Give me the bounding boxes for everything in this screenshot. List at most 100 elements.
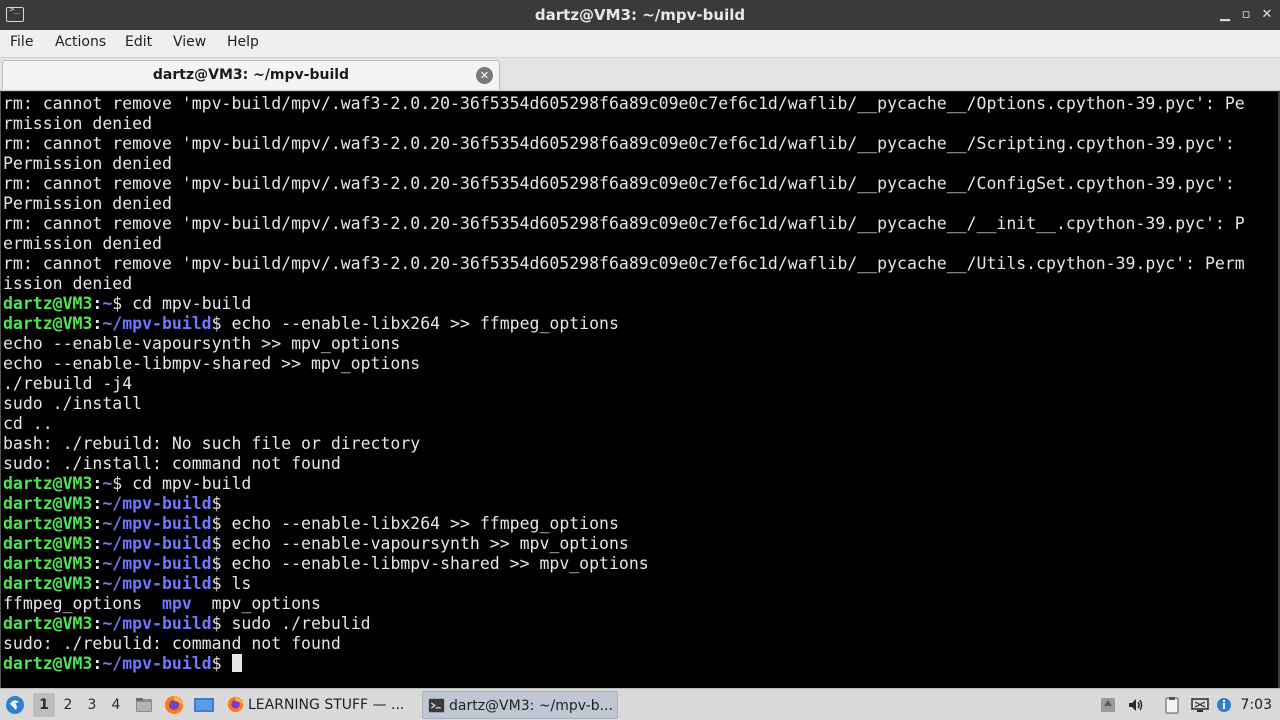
prompt-path: ~/mpv-build xyxy=(102,514,212,533)
close-window-button[interactable]: ✕ xyxy=(1257,5,1277,25)
prompt-user: dartz@VM3 xyxy=(3,514,93,533)
output-text: bash: ./rebuild: No such file or directo… xyxy=(3,434,421,453)
command-text: echo --enable-libmpv-shared >> mpv_optio… xyxy=(231,554,649,573)
start-menu-icon[interactable] xyxy=(5,695,25,715)
command-text: echo --enable-vapoursynth >> mpv_options xyxy=(231,534,629,553)
prompt-dollar: $ xyxy=(211,534,232,553)
output-text: Permission denied xyxy=(3,154,172,173)
tab-close-icon[interactable]: ✕ xyxy=(476,67,493,84)
menu-actions[interactable]: Actions xyxy=(55,34,106,50)
command-text: echo --enable-libx264 >> ffmpeg_options xyxy=(231,314,619,333)
volume-icon[interactable] xyxy=(1126,695,1146,715)
output-text: rmission denied xyxy=(3,114,153,133)
terminal-output-line: sudo: ./install: command not found xyxy=(3,454,1279,474)
show-desktop-icon[interactable] xyxy=(193,695,215,715)
ls-dir-entry: mpv xyxy=(161,594,192,613)
prompt-dollar: $ xyxy=(211,514,232,533)
terminal-output-line: sudo ./install xyxy=(3,394,1279,414)
terminal-output-line: rm: cannot remove 'mpv-build/mpv/.waf3-2… xyxy=(3,94,1279,114)
menu-edit[interactable]: Edit xyxy=(125,34,152,50)
prompt-dollar: $ xyxy=(211,494,232,513)
task-firefox[interactable]: LEARNING STUFF — ... xyxy=(222,691,414,719)
menu-file[interactable]: File xyxy=(10,34,33,50)
output-text: rm: cannot remove 'mpv-build/mpv/.waf3-2… xyxy=(3,134,1235,153)
terminal-output-line: ission denied xyxy=(3,274,1279,294)
firefox-icon xyxy=(227,696,244,713)
output-text: Permission denied xyxy=(3,194,172,213)
command-text: cd mpv-build xyxy=(132,474,252,493)
output-text: rm: cannot remove 'mpv-build/mpv/.waf3-2… xyxy=(3,214,1245,233)
terminal-output-line: Permission denied xyxy=(3,154,1279,174)
tab-terminal[interactable]: dartz@VM3: ~/mpv-build ✕ xyxy=(2,60,500,90)
prompt-path: ~/mpv-build xyxy=(102,494,212,513)
text-cursor[interactable] xyxy=(231,654,242,672)
terminal-prompt-line: dartz@VM3:~/mpv-build$ echo --enable-lib… xyxy=(3,314,1279,334)
menu-view[interactable]: View xyxy=(173,34,206,50)
clock[interactable]: 7:03 xyxy=(1241,689,1272,720)
prompt-separator: : xyxy=(92,654,103,673)
file-manager-icon[interactable] xyxy=(134,695,154,715)
prompt-user: dartz@VM3 xyxy=(3,554,93,573)
workspace-4[interactable]: 4 xyxy=(105,693,127,717)
prompt-dollar: $ xyxy=(211,614,232,633)
prompt-separator: : xyxy=(92,514,103,533)
clipboard-icon[interactable] xyxy=(1162,695,1182,715)
workspace-3[interactable]: 3 xyxy=(81,693,103,717)
terminal-output[interactable]: rm: cannot remove 'mpv-build/mpv/.waf3-2… xyxy=(0,92,1280,688)
terminal-icon xyxy=(428,698,445,713)
terminal-text: rm: cannot remove 'mpv-build/mpv/.waf3-2… xyxy=(1,92,1279,674)
task-terminal[interactable]: dartz@VM3: ~/mpv-b... xyxy=(422,691,618,719)
terminal-output-line: ermission denied xyxy=(3,234,1279,254)
terminal-prompt-line: dartz@VM3:~/mpv-build$ sudo ./rebulid xyxy=(3,614,1279,634)
task-firefox-label: LEARNING STUFF — ... xyxy=(248,697,405,713)
minimize-button[interactable]: ▁ xyxy=(1215,5,1235,25)
prompt-user: dartz@VM3 xyxy=(3,474,93,493)
prompt-path: ~/mpv-build xyxy=(102,534,212,553)
prompt-path: ~ xyxy=(102,294,113,313)
ls-file-entry: ffmpeg_options xyxy=(3,594,143,613)
workspace-2[interactable]: 2 xyxy=(57,693,79,717)
prompt-user: dartz@VM3 xyxy=(3,314,93,333)
terminal-prompt-line: dartz@VM3:~/mpv-build$ echo --enable-lib… xyxy=(3,554,1279,574)
output-text: sudo: ./install: command not found xyxy=(3,454,341,473)
prompt-separator: : xyxy=(92,294,103,313)
prompt-dollar: $ xyxy=(211,574,232,593)
terminal-output-line: echo --enable-libmpv-shared >> mpv_optio… xyxy=(3,354,1279,374)
terminal-prompt-line: dartz@VM3:~$ cd mpv-build xyxy=(3,474,1279,494)
window-titlebar[interactable]: dartz@VM3: ~/mpv-build ▁ ▫ ✕ xyxy=(0,0,1280,30)
terminal-output-line: cd .. xyxy=(3,414,1279,434)
command-text: sudo ./rebulid xyxy=(231,614,371,633)
update-notifier-icon[interactable] xyxy=(1098,695,1118,715)
window-title: dartz@VM3: ~/mpv-build xyxy=(534,6,746,24)
menu-bar: File Actions Edit View Help xyxy=(0,30,1280,58)
network-icon[interactable] xyxy=(1190,695,1210,715)
ls-file-entry: mpv_options xyxy=(211,594,321,613)
terminal-prompt-line: dartz@VM3:~/mpv-build$ xyxy=(3,494,1279,514)
terminal-output-line: ./rebuild -j4 xyxy=(3,374,1279,394)
firefox-launcher-icon[interactable] xyxy=(164,695,184,715)
terminal-output-line: rm: cannot remove 'mpv-build/mpv/.waf3-2… xyxy=(3,254,1279,274)
command-text: echo --enable-libx264 >> ffmpeg_options xyxy=(231,514,619,533)
output-text: sudo ./install xyxy=(3,394,143,413)
terminal-output-line: rmission denied xyxy=(3,114,1279,134)
maximize-button[interactable]: ▫ xyxy=(1236,5,1256,25)
prompt-user: dartz@VM3 xyxy=(3,534,93,553)
info-notification-icon[interactable] xyxy=(1214,695,1234,715)
output-text: ermission denied xyxy=(3,234,162,253)
prompt-path: ~/mpv-build xyxy=(102,654,212,673)
workspace-1[interactable]: 1 xyxy=(33,693,55,717)
terminal-prompt-line: dartz@VM3:~/mpv-build$ echo --enable-vap… xyxy=(3,534,1279,554)
command-text: cd mpv-build xyxy=(132,294,252,313)
terminal-output-line: rm: cannot remove 'mpv-build/mpv/.waf3-2… xyxy=(3,174,1279,194)
ls-spacer xyxy=(142,594,162,613)
menu-help[interactable]: Help xyxy=(227,34,259,50)
terminal-output-line: ffmpeg_options mpv mpv_options xyxy=(3,594,1279,614)
prompt-path: ~/mpv-build xyxy=(102,314,212,333)
terminal-prompt-line: dartz@VM3:~/mpv-build$ ls xyxy=(3,574,1279,594)
prompt-dollar: $ xyxy=(112,294,133,313)
taskbar: 1 2 3 4 LEARNING STUFF — ... dartz@VM3: … xyxy=(0,688,1280,720)
output-text: sudo: ./rebulid: command not found xyxy=(3,634,341,653)
prompt-dollar: $ xyxy=(211,554,232,573)
prompt-separator: : xyxy=(92,614,103,633)
terminal-output-line: echo --enable-vapoursynth >> mpv_options xyxy=(3,334,1279,354)
